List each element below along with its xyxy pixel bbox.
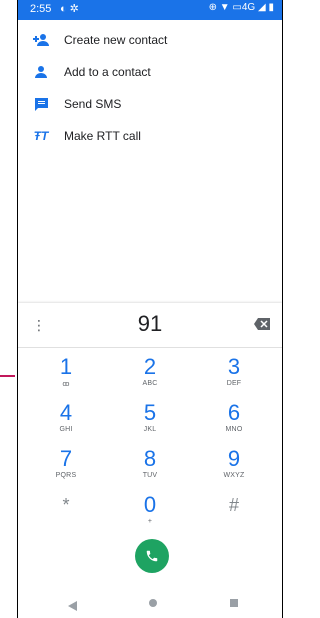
key-0[interactable]: 0 + <box>110 493 190 537</box>
key-5[interactable]: 5 JKL <box>110 401 190 445</box>
battery-icon: ▮ <box>268 2 274 13</box>
backspace-icon[interactable] <box>254 317 270 335</box>
key-4[interactable]: 4 GHI <box>26 401 106 445</box>
key-letters: ABC <box>142 380 158 387</box>
key-6[interactable]: 6 MNO <box>194 401 274 445</box>
status-left-icons: ◐✲ <box>60 2 82 15</box>
digits-row: ⋮ 91 <box>18 303 282 347</box>
divider <box>18 347 282 348</box>
voicemail-icon: ꝏ <box>62 381 70 388</box>
call-button[interactable] <box>135 539 169 573</box>
key-9[interactable]: 9 WXYZ <box>194 447 274 491</box>
dialed-number[interactable]: 91 <box>18 311 282 337</box>
signal-icon: ◢ <box>258 2 266 13</box>
action-menu: Create new contact Add to a contact Send… <box>18 24 282 152</box>
key-digit: 6 <box>227 400 241 425</box>
wifi-icon: ▼ <box>219 2 230 13</box>
key-hash[interactable]: # <box>194 493 274 537</box>
key-digit: 4 <box>59 400 73 425</box>
key-digit: 8 <box>143 446 157 471</box>
recents-icon[interactable] <box>230 599 238 607</box>
device-bezel-right <box>283 0 294 618</box>
add-to-contact-item[interactable]: Add to a contact <box>18 56 282 88</box>
volte-icon: ▭ <box>232 2 242 13</box>
key-letters: JKL <box>143 426 157 433</box>
send-sms-item[interactable]: Send SMS <box>18 88 282 120</box>
rtt-icon: ŦT <box>33 129 49 143</box>
key-3[interactable]: 3 DEF <box>194 355 274 399</box>
key-letters: GHI <box>59 426 73 433</box>
menu-label: Send SMS <box>64 97 122 111</box>
key-7[interactable]: 7 PQRS <box>26 447 106 491</box>
key-2[interactable]: 2 ABC <box>110 355 190 399</box>
key-digit: 2 <box>143 354 157 379</box>
key-digit: 1 <box>59 354 73 379</box>
navigation-bar <box>18 586 282 618</box>
key-letters: WXYZ <box>223 472 245 479</box>
key-letters: PQRS <box>55 472 77 479</box>
home-icon[interactable] <box>149 599 157 607</box>
location-icon: ⊕ <box>208 2 217 13</box>
make-rtt-call-item[interactable]: ŦT Make RTT call <box>18 120 282 152</box>
status-time: 2:55 <box>30 3 52 15</box>
pointer-line <box>0 375 15 377</box>
key-letters: MNO <box>225 426 243 433</box>
phone-screen: 2:55 ◐✲ ⊕ ▼ ▭4G ◢ ▮ Create new contact A… <box>18 0 282 618</box>
create-new-contact-item[interactable]: Create new contact <box>18 24 282 56</box>
menu-label: Make RTT call <box>64 129 141 143</box>
key-star[interactable]: * <box>26 493 106 537</box>
key-letters: DEF <box>226 380 242 387</box>
network-type: 4G <box>241 2 256 13</box>
menu-label: Create new contact <box>64 33 168 47</box>
key-letters: TUV <box>142 472 158 479</box>
key-1[interactable]: 1 ꝏ <box>26 355 106 399</box>
key-letters: + <box>147 518 153 525</box>
status-bar: 2:55 ◐✲ ⊕ ▼ ▭4G ◢ ▮ <box>18 0 282 20</box>
key-digit: * <box>62 495 70 515</box>
key-8[interactable]: 8 TUV <box>110 447 190 491</box>
settings-icon: ✲ <box>69 3 82 15</box>
menu-label: Add to a contact <box>64 65 151 79</box>
key-digit: 0 <box>143 492 157 517</box>
key-digit: 5 <box>143 400 157 425</box>
phone-icon <box>146 550 158 562</box>
back-icon[interactable] <box>68 598 77 616</box>
key-digit: 3 <box>227 354 241 379</box>
key-digit: 9 <box>227 446 241 471</box>
device-bezel-left <box>0 0 18 618</box>
status-right-icons: ⊕ ▼ ▭4G ◢ ▮ <box>209 2 274 13</box>
notification-icon: ◐ <box>60 3 70 15</box>
person-add-icon <box>18 33 64 47</box>
key-digit: # <box>228 495 239 515</box>
message-icon <box>18 97 64 111</box>
person-icon <box>18 66 64 78</box>
key-digit: 7 <box>59 446 73 471</box>
